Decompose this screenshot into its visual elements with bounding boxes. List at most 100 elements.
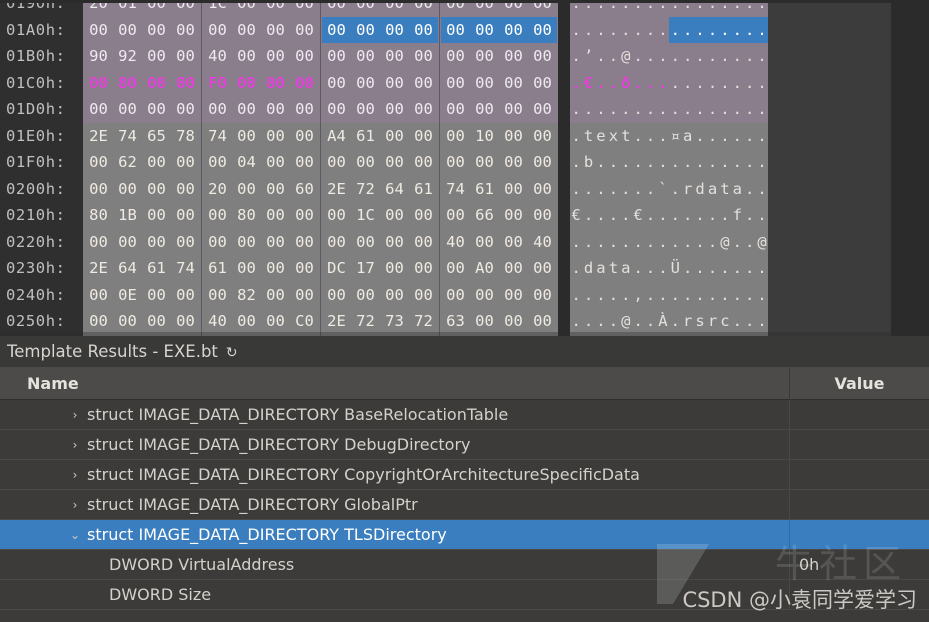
hex-byte[interactable]: 00	[113, 96, 142, 123]
hex-ascii-char[interactable]: .	[694, 70, 706, 97]
hex-ascii-char[interactable]: .	[620, 282, 632, 309]
hex-byte[interactable]: 00	[470, 229, 499, 256]
hex-byte[interactable]: 00	[409, 43, 438, 70]
hex-byte[interactable]: 00	[171, 70, 200, 97]
hex-ascii-char[interactable]: .	[694, 282, 706, 309]
hex-byte[interactable]: 00	[142, 149, 171, 176]
hex-ascii-char[interactable]: .	[657, 229, 669, 256]
hex-byte[interactable]: 60	[290, 176, 319, 203]
hex-ascii-char[interactable]: .	[582, 202, 594, 229]
hex-byte[interactable]: 00	[409, 202, 438, 229]
hex-ascii-char[interactable]: .	[620, 202, 632, 229]
hex-ascii-char[interactable]: .	[756, 255, 768, 282]
hex-byte[interactable]: 00	[203, 17, 232, 44]
hex-byte[interactable]: 00	[499, 308, 528, 335]
hex-ascii-char[interactable]: .	[719, 96, 731, 123]
hex-ascii-char[interactable]: .	[657, 43, 669, 70]
hex-byte[interactable]: 00	[261, 282, 290, 309]
hex-ascii-column[interactable]: €.... €....... f..	[570, 202, 769, 229]
hex-byte[interactable]: 00	[409, 282, 438, 309]
hex-ascii-char[interactable]: .	[657, 70, 669, 97]
hex-ascii-char[interactable]: .	[582, 308, 594, 335]
hex-byte[interactable]: 80	[232, 202, 261, 229]
hex-byte[interactable]: 00	[232, 255, 261, 282]
hex-ascii-char[interactable]: €	[582, 70, 594, 97]
hex-byte[interactable]: 00	[261, 123, 290, 150]
table-cell-name[interactable]: ⌄ struct IMAGE_DATA_DIRECTORY TLSDirector…	[0, 519, 790, 550]
hex-byte[interactable]: 00	[499, 202, 528, 229]
hex-byte[interactable]: 00	[142, 308, 171, 335]
hex-ascii-char[interactable]: .	[570, 96, 582, 123]
hex-byte[interactable]: 00	[322, 282, 351, 309]
hex-byte[interactable]: 00	[261, 70, 290, 97]
table-cell-name[interactable]: › struct IMAGE_DATA_DIRECTORY BaseRelocat…	[0, 399, 790, 430]
hex-byte[interactable]: 2E	[84, 255, 113, 282]
hex-ascii-char[interactable]: .	[682, 70, 694, 97]
hex-byte-columns[interactable]: 80 1B 00 00 00 80 00 00 00 1C 00 00 00 66 00 00	[83, 202, 558, 229]
chevron-right-icon[interactable]: ›	[68, 469, 82, 481]
hex-byte[interactable]: 2E	[322, 176, 351, 203]
hex-ascii-column[interactable]: ....... `. r d a t a..	[570, 175, 769, 203]
hex-ascii-char[interactable]: .	[756, 96, 768, 123]
hex-byte[interactable]: 00	[113, 308, 142, 335]
table-cell-value[interactable]	[790, 430, 929, 460]
hex-ascii-char[interactable]: .	[694, 255, 706, 282]
hex-byte[interactable]: 00	[528, 123, 557, 150]
hex-ascii-char[interactable]: .	[706, 70, 718, 97]
hex-byte[interactable]: 00	[203, 202, 232, 229]
hex-byte[interactable]: 00	[142, 176, 171, 203]
hex-byte[interactable]: 00	[171, 176, 200, 203]
hex-ascii-char[interactable]: .	[756, 70, 768, 97]
hex-byte-columns[interactable]: 00 00 00 00 00 00 00 00 00 00 00 00 00 00 00 00	[83, 16, 558, 44]
table-row[interactable]: DWORD VirtualAddress 0h	[0, 549, 929, 580]
hex-byte[interactable]: 00	[232, 229, 261, 256]
hex-ascii-char[interactable]: .	[595, 176, 607, 203]
hex-ascii-char[interactable]: .	[632, 308, 644, 335]
hex-byte[interactable]: 00	[203, 96, 232, 123]
hex-ascii-char[interactable]: .	[595, 96, 607, 123]
hex-byte[interactable]: 00	[113, 17, 142, 44]
hex-byte[interactable]: 00	[84, 229, 113, 256]
hex-ascii-char[interactable]: .	[719, 123, 731, 150]
hex-ascii-char[interactable]: .	[644, 229, 656, 256]
hex-byte[interactable]: 00	[528, 16, 557, 43]
hex-byte[interactable]: 00	[113, 176, 142, 203]
hex-byte[interactable]: 74	[113, 123, 142, 150]
hex-byte[interactable]: 00	[528, 282, 557, 309]
hex-byte[interactable]: 00	[84, 70, 113, 97]
hex-ascii-char[interactable]: .	[756, 176, 768, 203]
hex-byte[interactable]: 00	[409, 255, 438, 282]
hex-ascii-char[interactable]: .	[632, 255, 644, 282]
hex-ascii-char[interactable]: t	[607, 255, 619, 282]
table-row[interactable]: › struct IMAGE_DATA_DIRECTORY DebugDirect…	[0, 429, 929, 460]
table-cell-value[interactable]: 0h	[790, 550, 929, 580]
hex-ascii-char[interactable]: .	[669, 229, 681, 256]
hex-byte[interactable]: 00	[84, 176, 113, 203]
table-row[interactable]: › struct IMAGE_DATA_DIRECTORY BaseRelocat…	[0, 399, 929, 430]
hex-ascii-char[interactable]: .	[669, 176, 681, 203]
hex-byte[interactable]: 00	[528, 43, 557, 70]
hex-ascii-char[interactable]: .	[731, 308, 743, 335]
hex-byte[interactable]: 00	[499, 16, 528, 43]
hex-byte[interactable]: 00	[261, 308, 290, 335]
hex-ascii-column[interactable]: .... @.. À. r s r c...	[570, 308, 769, 335]
hex-ascii-char[interactable]: @	[756, 229, 768, 256]
hex-ascii-char[interactable]: .	[731, 43, 743, 70]
hex-ascii-char[interactable]: .	[570, 17, 582, 44]
hex-byte[interactable]: 00	[409, 229, 438, 256]
hex-ascii-char[interactable]: .	[644, 17, 656, 44]
hex-byte[interactable]: 00	[232, 308, 261, 335]
hex-ascii-char[interactable]: .	[756, 308, 768, 335]
table-cell-value[interactable]	[790, 580, 929, 610]
hex-byte[interactable]: 00	[322, 16, 351, 43]
hex-ascii-char[interactable]: .	[607, 149, 619, 176]
hex-ascii-char[interactable]: d	[582, 255, 594, 282]
hex-ascii-char[interactable]: .	[595, 308, 607, 335]
hex-byte-columns[interactable]: 00 00 00 00 20 00 00 60 2E 72 64 61 74 61 00 00	[83, 175, 558, 203]
hex-byte[interactable]: 00	[290, 229, 319, 256]
hex-ascii-column[interactable]: ................	[570, 16, 769, 44]
hex-ascii-column[interactable]: .data...Ü.......	[570, 255, 769, 282]
hex-ascii-char[interactable]: .	[632, 17, 644, 44]
hex-byte[interactable]: 00	[290, 17, 319, 44]
hex-ascii-char[interactable]: .	[595, 282, 607, 309]
